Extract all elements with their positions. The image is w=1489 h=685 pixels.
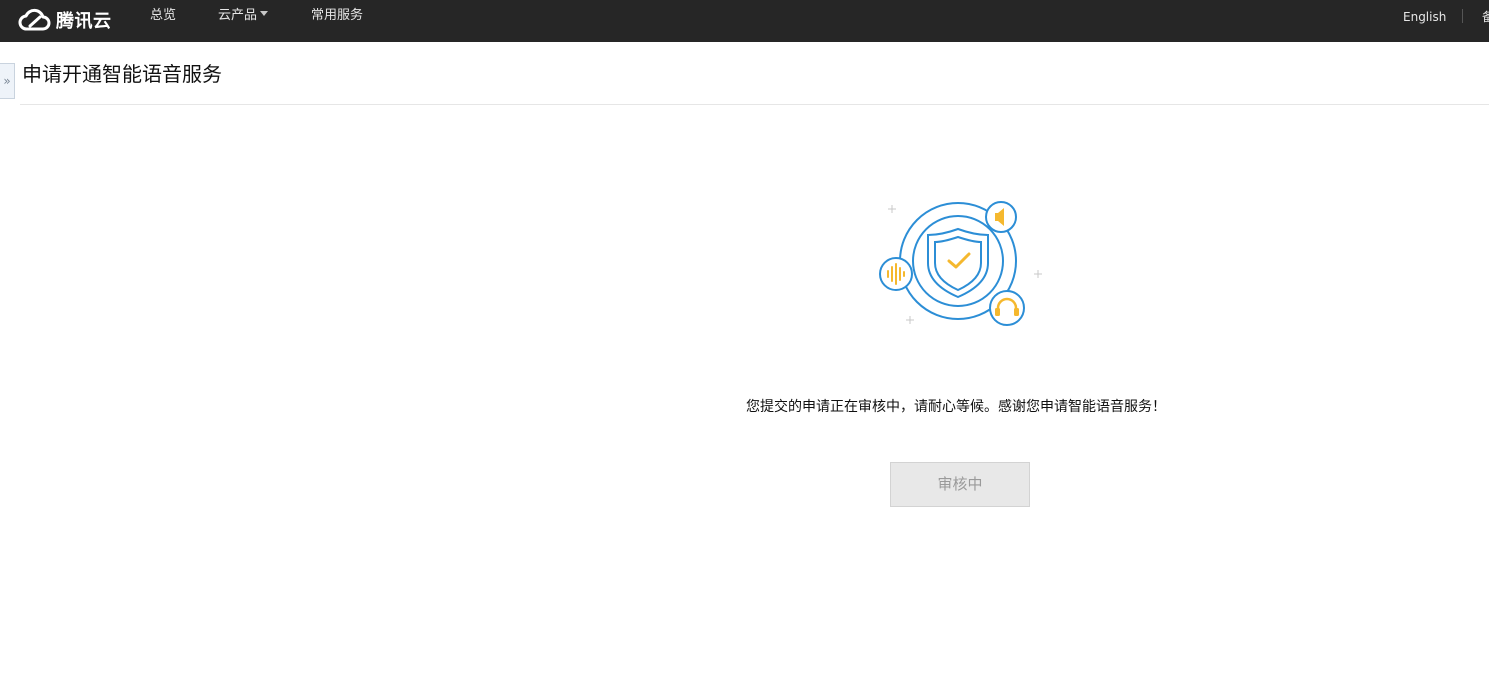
nav-cloud-products-label: 云产品	[218, 8, 258, 23]
caret-down-icon	[260, 11, 269, 16]
brand-logo[interactable]: 腾讯云	[18, 5, 112, 35]
waveform-icon	[879, 257, 913, 291]
nav-overview-label: 总览	[150, 8, 177, 23]
headphones-icon	[989, 290, 1025, 326]
topbar-cut-item[interactable]: 备	[1482, 0, 1489, 42]
nav-common-services-label: 常用服务	[311, 8, 364, 23]
cloud-logo-icon	[18, 8, 52, 32]
under-review-button[interactable]: 审核中	[890, 462, 1030, 507]
nav-cloud-products[interactable]: 云产品	[218, 0, 269, 42]
review-status-message: 您提交的申请正在审核中，请耐心等候。感谢您申请智能语音服务！	[746, 399, 1166, 415]
language-switch[interactable]: English	[1403, 0, 1446, 42]
brand-name: 腾讯云	[56, 11, 112, 32]
shield-check-icon	[870, 195, 1050, 335]
sidebar-expand-toggle[interactable]: »	[0, 63, 15, 99]
speaker-icon	[985, 201, 1017, 233]
page-title: 申请开通智能语音服务	[22, 62, 222, 86]
double-chevron-right-icon: »	[3, 74, 11, 88]
topbar-divider	[1462, 9, 1463, 23]
nav-overview[interactable]: 总览	[150, 0, 176, 42]
title-divider	[20, 104, 1489, 105]
language-label: English	[1403, 10, 1447, 24]
top-navigation-bar: 腾讯云 总览 云产品 常用服务 English 备	[0, 0, 1489, 42]
nav-common-services[interactable]: 常用服务	[311, 0, 363, 42]
